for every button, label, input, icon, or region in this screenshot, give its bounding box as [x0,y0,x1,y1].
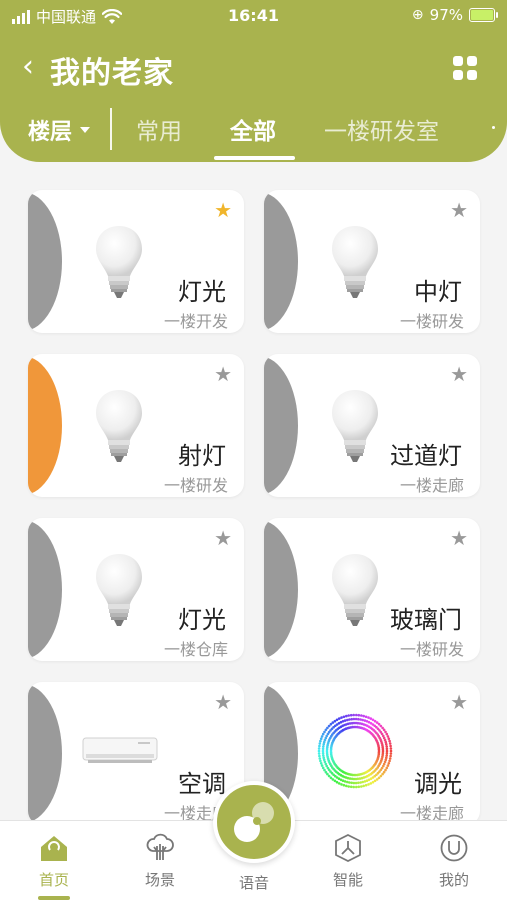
nav-active-indicator [38,896,70,900]
device-location: 一楼开发 [163,312,228,331]
battery-icon [469,8,498,22]
device-location: 一楼仓库 [163,640,228,659]
star-icon[interactable]: ★ [214,200,232,220]
bulb-icon [96,226,142,298]
signal-icon [12,9,30,24]
power-toggle[interactable] [28,356,62,495]
power-toggle[interactable] [264,520,298,659]
bulb-icon [332,390,378,462]
star-icon[interactable]: ★ [450,528,468,548]
page-title: 我的老家 [50,56,174,91]
more-tabs-indicator [492,126,495,129]
nav-mine-label: 我的 [438,871,469,889]
device-name: 过道灯 [390,442,462,470]
nav-voice-label: 语音 [238,874,269,892]
carrier-label: 中国联通 [36,8,97,26]
battery-percent: 97% [429,6,463,24]
star-icon[interactable]: ★ [450,200,468,220]
tab-all[interactable]: 全部 [230,112,276,146]
floor-selector[interactable]: 楼层 [28,114,91,146]
bulb-icon [96,554,142,626]
air-conditioner-icon [82,737,158,763]
device-name: 灯光 [178,606,226,634]
back-icon[interactable]: ‹ [22,52,34,82]
nav-home-label: 首页 [38,871,69,889]
star-icon[interactable]: ★ [450,692,468,712]
nav-mine[interactable]: 我的 [424,833,484,890]
device-card[interactable]: ★ 射灯 一楼研发 [28,354,244,497]
home-icon [41,836,67,861]
nav-smart[interactable]: 智能 [318,833,378,890]
device-card[interactable]: ★ 中灯 一楼研发 [264,190,480,333]
voice-button[interactable] [213,781,295,863]
device-location: 一楼研发 [399,312,464,331]
power-toggle[interactable] [28,192,62,331]
device-card[interactable]: ★ 灯光 一楼仓库 [28,518,244,661]
nav-scene-label: 场景 [144,871,175,889]
floor-label: 楼层 [28,120,73,145]
rotation-lock-icon: ⊕ [411,7,424,23]
active-tab-indicator [214,156,295,160]
header: 中国联通 16:41 ⊕ 97% ‹ 我的老家 楼层 常用 全部 一楼研发室 [0,0,507,162]
chevron-down-icon [80,127,91,133]
voice-icon [234,802,274,842]
nav-scene[interactable]: 场景 [130,833,190,890]
power-toggle[interactable] [264,192,298,331]
device-card[interactable]: ★ 调光 一楼走廊 [264,682,480,825]
device-name: 射灯 [178,442,226,470]
wifi-icon [102,8,123,24]
nav-smart-label: 智能 [332,871,363,889]
device-name: 灯光 [178,278,226,306]
bulb-icon [332,226,378,298]
device-location: 一楼研发 [163,476,228,495]
device-location: 一楼走廊 [399,476,464,495]
power-toggle[interactable] [28,520,62,659]
star-icon[interactable]: ★ [214,528,232,548]
tab-bar: 楼层 常用 全部 一楼研发室 [0,106,507,160]
power-toggle[interactable] [28,684,62,823]
bulb-icon [332,554,378,626]
device-card[interactable]: ★ 空调 一楼走廊 [28,682,244,825]
device-card[interactable]: ★ 过道灯 一楼走廊 [264,354,480,497]
tab-common[interactable]: 常用 [136,112,182,146]
device-name: 中灯 [414,278,462,306]
device-name: 玻璃门 [390,606,462,634]
power-toggle[interactable] [264,356,298,495]
grid-view-icon[interactable] [453,56,477,80]
star-icon[interactable]: ★ [450,364,468,384]
device-location: 一楼研发 [399,640,464,659]
device-name: 调光 [414,770,462,798]
scene-tree-icon [146,833,174,860]
profile-icon [440,834,468,862]
star-icon[interactable]: ★ [214,692,232,712]
color-ring-icon [317,713,393,789]
clock: 16:41 [228,6,279,25]
bulb-icon [96,390,142,462]
device-card[interactable]: ★ 灯光 一楼开发 [28,190,244,333]
smart-icon [335,833,361,863]
star-icon[interactable]: ★ [214,364,232,384]
nav-home[interactable]: 首页 [24,833,84,900]
status-bar: 中国联通 16:41 ⊕ 97% [0,4,507,30]
device-card[interactable]: ★ 玻璃门 一楼研发 [264,518,480,661]
divider [110,108,112,150]
tab-first-floor-rd[interactable]: 一楼研发室 [324,112,439,146]
